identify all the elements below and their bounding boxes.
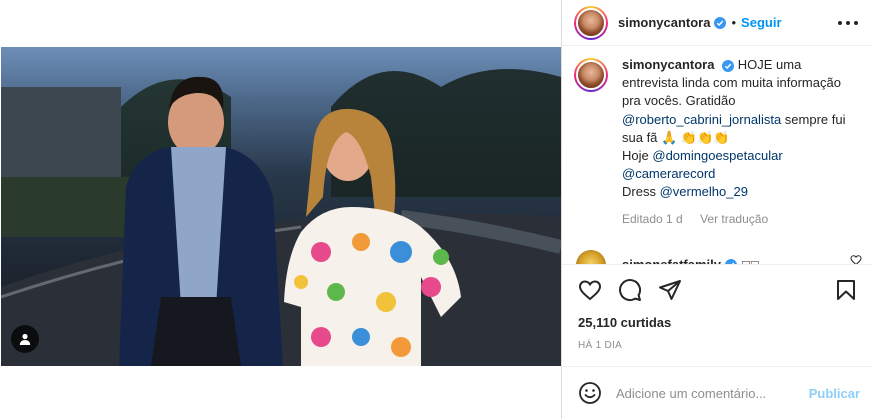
comment-like-icon[interactable]	[850, 254, 862, 264]
more-options-icon[interactable]	[838, 13, 858, 33]
post-time[interactable]: HÁ 1 DIA	[562, 340, 872, 351]
caption-prefix-hoje: Hoje	[622, 148, 649, 164]
comment-text: □□	[742, 257, 760, 264]
comments-list[interactable]: simonycantora HOJE uma entrevista linda …	[562, 56, 872, 264]
post-media	[0, 0, 562, 419]
caption-avatar[interactable]	[574, 58, 608, 92]
likes-count[interactable]: 25,110 curtidas	[562, 315, 872, 330]
post-sidebar: simonycantora • Seguir simonycantora HOJ…	[562, 0, 872, 419]
publish-button[interactable]: Publicar	[809, 386, 860, 401]
caption-text: simonycantora HOJE uma entrevista linda …	[622, 56, 858, 228]
caption-emojis: 🙏 👏👏👏	[661, 129, 730, 145]
header-separator: •	[731, 15, 737, 30]
caption: simonycantora HOJE uma entrevista linda …	[574, 56, 860, 228]
caption-username[interactable]: simonycantora	[622, 57, 714, 72]
post-header: simonycantora • Seguir	[562, 0, 872, 46]
post-actions-area: 25,110 curtidas HÁ 1 DIA	[562, 264, 872, 351]
comment-icon[interactable]	[618, 278, 642, 302]
author-avatar[interactable]	[574, 5, 608, 40]
video-frame	[1, 69, 561, 366]
verified-badge-icon	[714, 16, 727, 29]
caption-meta: Editado 1 d Ver tradução	[622, 210, 858, 228]
mention-link[interactable]: @camerarecord	[622, 166, 715, 181]
edited-label: Editado	[622, 211, 663, 226]
commenter-avatar[interactable]	[576, 249, 606, 264]
user-tag-button[interactable]	[11, 325, 39, 353]
caption-prefix-dress: Dress	[622, 184, 656, 200]
mention-link[interactable]: @vermelho_29	[660, 184, 748, 199]
follow-button[interactable]: Seguir	[741, 15, 781, 30]
emoji-icon[interactable]	[578, 381, 602, 405]
user-tag-icon	[19, 333, 31, 345]
comment-item: simonefatfamily □□	[574, 249, 860, 264]
add-comment-bar: Publicar	[562, 366, 872, 419]
author-username[interactable]: simonycantora	[618, 15, 710, 30]
translate-link[interactable]: Ver tradução	[700, 212, 768, 226]
post-video[interactable]	[1, 47, 561, 366]
mention-link[interactable]: @domingoespetacular	[652, 148, 782, 163]
share-icon[interactable]	[658, 278, 682, 302]
bookmark-icon[interactable]	[834, 278, 858, 302]
heart-icon[interactable]	[578, 278, 602, 302]
caption-age: 1 d	[666, 211, 683, 226]
verified-badge-icon	[722, 59, 735, 72]
mention-link[interactable]: @roberto_cabrini_jornalista	[622, 112, 781, 127]
comment-input[interactable]	[616, 385, 809, 401]
action-bar	[562, 265, 872, 315]
commenter-username[interactable]: simonefatfamily	[622, 257, 721, 264]
